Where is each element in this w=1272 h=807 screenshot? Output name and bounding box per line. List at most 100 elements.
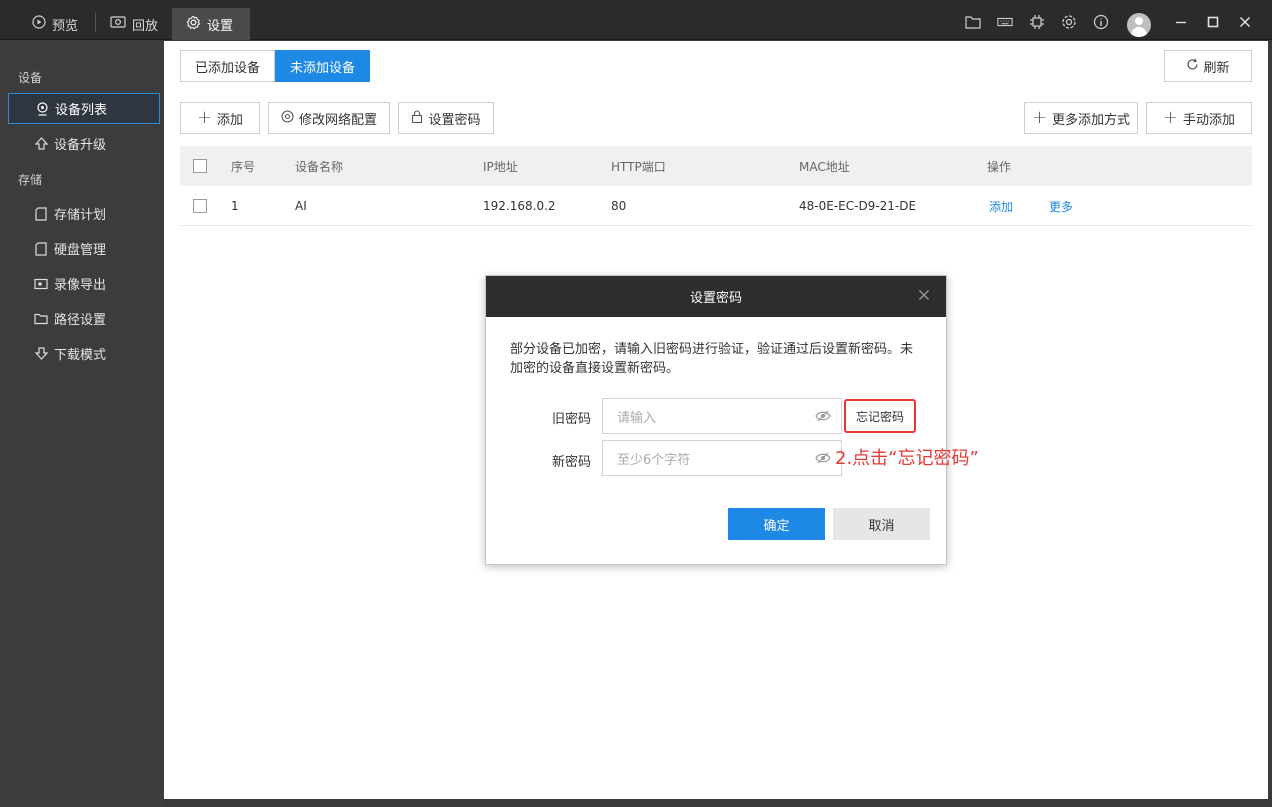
table-header: 序号 设备名称 IP地址 HTTP端口 MAC地址 操作 — [180, 146, 1252, 186]
dialog-header: 设置密码 — [486, 276, 946, 317]
eye-slash-icon[interactable] — [815, 409, 831, 423]
cancel-button[interactable]: 取消 — [833, 508, 930, 540]
refresh-label: 刷新 — [1203, 60, 1230, 76]
refresh-icon — [1186, 58, 1199, 75]
sidebar-item-download-mode[interactable]: 下载模式 — [8, 338, 160, 369]
sd-card-icon — [34, 206, 48, 221]
new-password-label: 新密码 — [551, 455, 591, 470]
sidebar-group-device: 设备 — [18, 71, 43, 85]
plus-icon: + — [196, 107, 213, 128]
set-password-dialog: 设置密码 部分设备已加密，请输入旧密码进行验证，验证通过后设置新密码。未加密的设… — [485, 275, 947, 565]
row-more-link[interactable]: 更多 — [1049, 186, 1073, 226]
folder-icon — [34, 312, 48, 326]
target-icon — [281, 109, 294, 127]
disk-icon — [34, 241, 48, 256]
header-http-port: HTTP端口 — [611, 159, 666, 174]
sidebar-item-label: 录像导出 — [54, 278, 107, 293]
header-actions: 操作 — [987, 159, 1012, 174]
tab-settings-label: 设置 — [207, 18, 234, 34]
tab-playback-label: 回放 — [132, 18, 159, 34]
tab-settings[interactable]: 设置 — [172, 8, 250, 40]
lock-icon — [411, 109, 423, 127]
sidebar-item-disk-management[interactable]: 硬盘管理 — [8, 233, 160, 264]
dialog-message: 部分设备已加密，请输入旧密码进行验证，验证通过后设置新密码。未加密的设备直接设置… — [510, 342, 914, 376]
download-icon — [34, 346, 48, 361]
close-icon[interactable] — [916, 288, 932, 304]
subtab-added-devices[interactable]: 已添加设备 — [180, 50, 276, 82]
more-add-methods-button[interactable]: + 更多添加方式 — [1024, 102, 1138, 134]
modify-network-label: 修改网络配置 — [298, 112, 377, 128]
gear-icon[interactable] — [1061, 14, 1077, 30]
header-mac: MAC地址 — [799, 159, 850, 174]
refresh-button[interactable]: 刷新 — [1164, 50, 1252, 82]
header-ip: IP地址 — [483, 159, 518, 174]
new-password-placeholder: 至少6个字符 — [617, 452, 691, 468]
modify-network-button[interactable]: 修改网络配置 — [268, 102, 390, 134]
keyboard-icon[interactable] — [997, 14, 1013, 30]
maximize-icon[interactable] — [1205, 14, 1221, 30]
gear-icon — [186, 15, 201, 34]
chip-icon[interactable] — [1029, 14, 1045, 30]
device-table: 序号 设备名称 IP地址 HTTP端口 MAC地址 操作 1 AI 192.16… — [180, 146, 1252, 226]
sidebar-item-device-upgrade[interactable]: 设备升级 — [8, 128, 160, 159]
forgot-password-button[interactable]: 忘记密码 — [844, 399, 916, 433]
avatar[interactable] — [1127, 13, 1151, 37]
confirm-button[interactable]: 确定 — [728, 508, 825, 540]
row-device-name: AI — [295, 199, 307, 213]
set-password-button[interactable]: 设置密码 — [398, 102, 494, 134]
new-password-input[interactable]: 至少6个字符 — [602, 440, 842, 476]
sidebar: 设备 设备列表 设备升级 存储 存储计划 硬盘管理 录像导出 路径设置 下载模式 — [0, 41, 164, 807]
subtab-unadded-devices[interactable]: 未添加设备 — [275, 50, 371, 82]
window-bottom-border — [164, 799, 1272, 807]
old-password-input[interactable]: 请输入 — [602, 398, 842, 434]
location-pin-icon — [35, 101, 49, 116]
add-button[interactable]: + 添加 — [180, 102, 260, 134]
old-password-label: 旧密码 — [551, 412, 591, 427]
row-checkbox[interactable] — [193, 199, 207, 213]
manual-add-button[interactable]: + 手动添加 — [1146, 102, 1252, 134]
row-add-link[interactable]: 添加 — [989, 186, 1013, 226]
header-index: 序号 — [231, 159, 256, 174]
dialog-title: 设置密码 — [689, 291, 742, 306]
info-icon[interactable] — [1093, 14, 1109, 30]
close-icon[interactable] — [1237, 14, 1253, 30]
tab-preview-label: 预览 — [52, 18, 79, 34]
sidebar-item-label: 设备列表 — [55, 103, 108, 118]
header-device-name: 设备名称 — [295, 159, 344, 174]
old-password-placeholder: 请输入 — [617, 410, 657, 426]
sidebar-item-label: 下载模式 — [54, 348, 107, 363]
sidebar-item-storage-plan[interactable]: 存储计划 — [8, 198, 160, 229]
top-bar: 预览 回放 设置 — [0, 0, 1272, 40]
row-index: 1 — [231, 199, 239, 213]
sidebar-item-label: 设备升级 — [54, 138, 107, 153]
camera-export-icon — [34, 277, 48, 291]
sidebar-item-record-export[interactable]: 录像导出 — [8, 268, 160, 299]
sidebar-item-label: 存储计划 — [54, 208, 107, 223]
camera-playback-icon — [110, 15, 126, 33]
sidebar-item-label: 硬盘管理 — [54, 243, 107, 258]
plus-icon: + — [1031, 107, 1048, 128]
row-ip: 192.168.0.2 — [483, 199, 556, 213]
tab-playback[interactable]: 回放 — [96, 8, 172, 40]
more-add-label: 更多添加方式 — [1052, 112, 1131, 128]
tab-preview[interactable]: 预览 — [18, 8, 92, 40]
sidebar-group-storage: 存储 — [18, 173, 43, 187]
minimize-icon[interactable] — [1173, 14, 1189, 30]
select-all-checkbox[interactable] — [193, 159, 207, 173]
device-subtabs: 已添加设备 未添加设备 — [180, 50, 371, 82]
table-row: 1 AI 192.168.0.2 80 48-0E-EC-D9-21-DE 添加… — [180, 186, 1252, 226]
row-mac: 48-0E-EC-D9-21-DE — [799, 199, 917, 213]
plus-icon: + — [1162, 107, 1179, 128]
eye-slash-icon[interactable] — [815, 451, 831, 465]
folder-icon[interactable] — [965, 14, 981, 30]
play-circle-icon — [32, 15, 46, 33]
upgrade-arrow-icon — [34, 136, 48, 151]
set-password-label: 设置密码 — [428, 112, 481, 128]
sidebar-item-device-list[interactable]: 设备列表 — [8, 93, 160, 124]
manual-add-label: 手动添加 — [1183, 112, 1236, 128]
row-http-port: 80 — [611, 199, 627, 213]
add-label: 添加 — [217, 112, 244, 128]
sidebar-item-label: 路径设置 — [54, 313, 107, 328]
instruction-annotation: 2.点击“忘记密码” — [835, 448, 979, 469]
sidebar-item-path-settings[interactable]: 路径设置 — [8, 303, 160, 334]
